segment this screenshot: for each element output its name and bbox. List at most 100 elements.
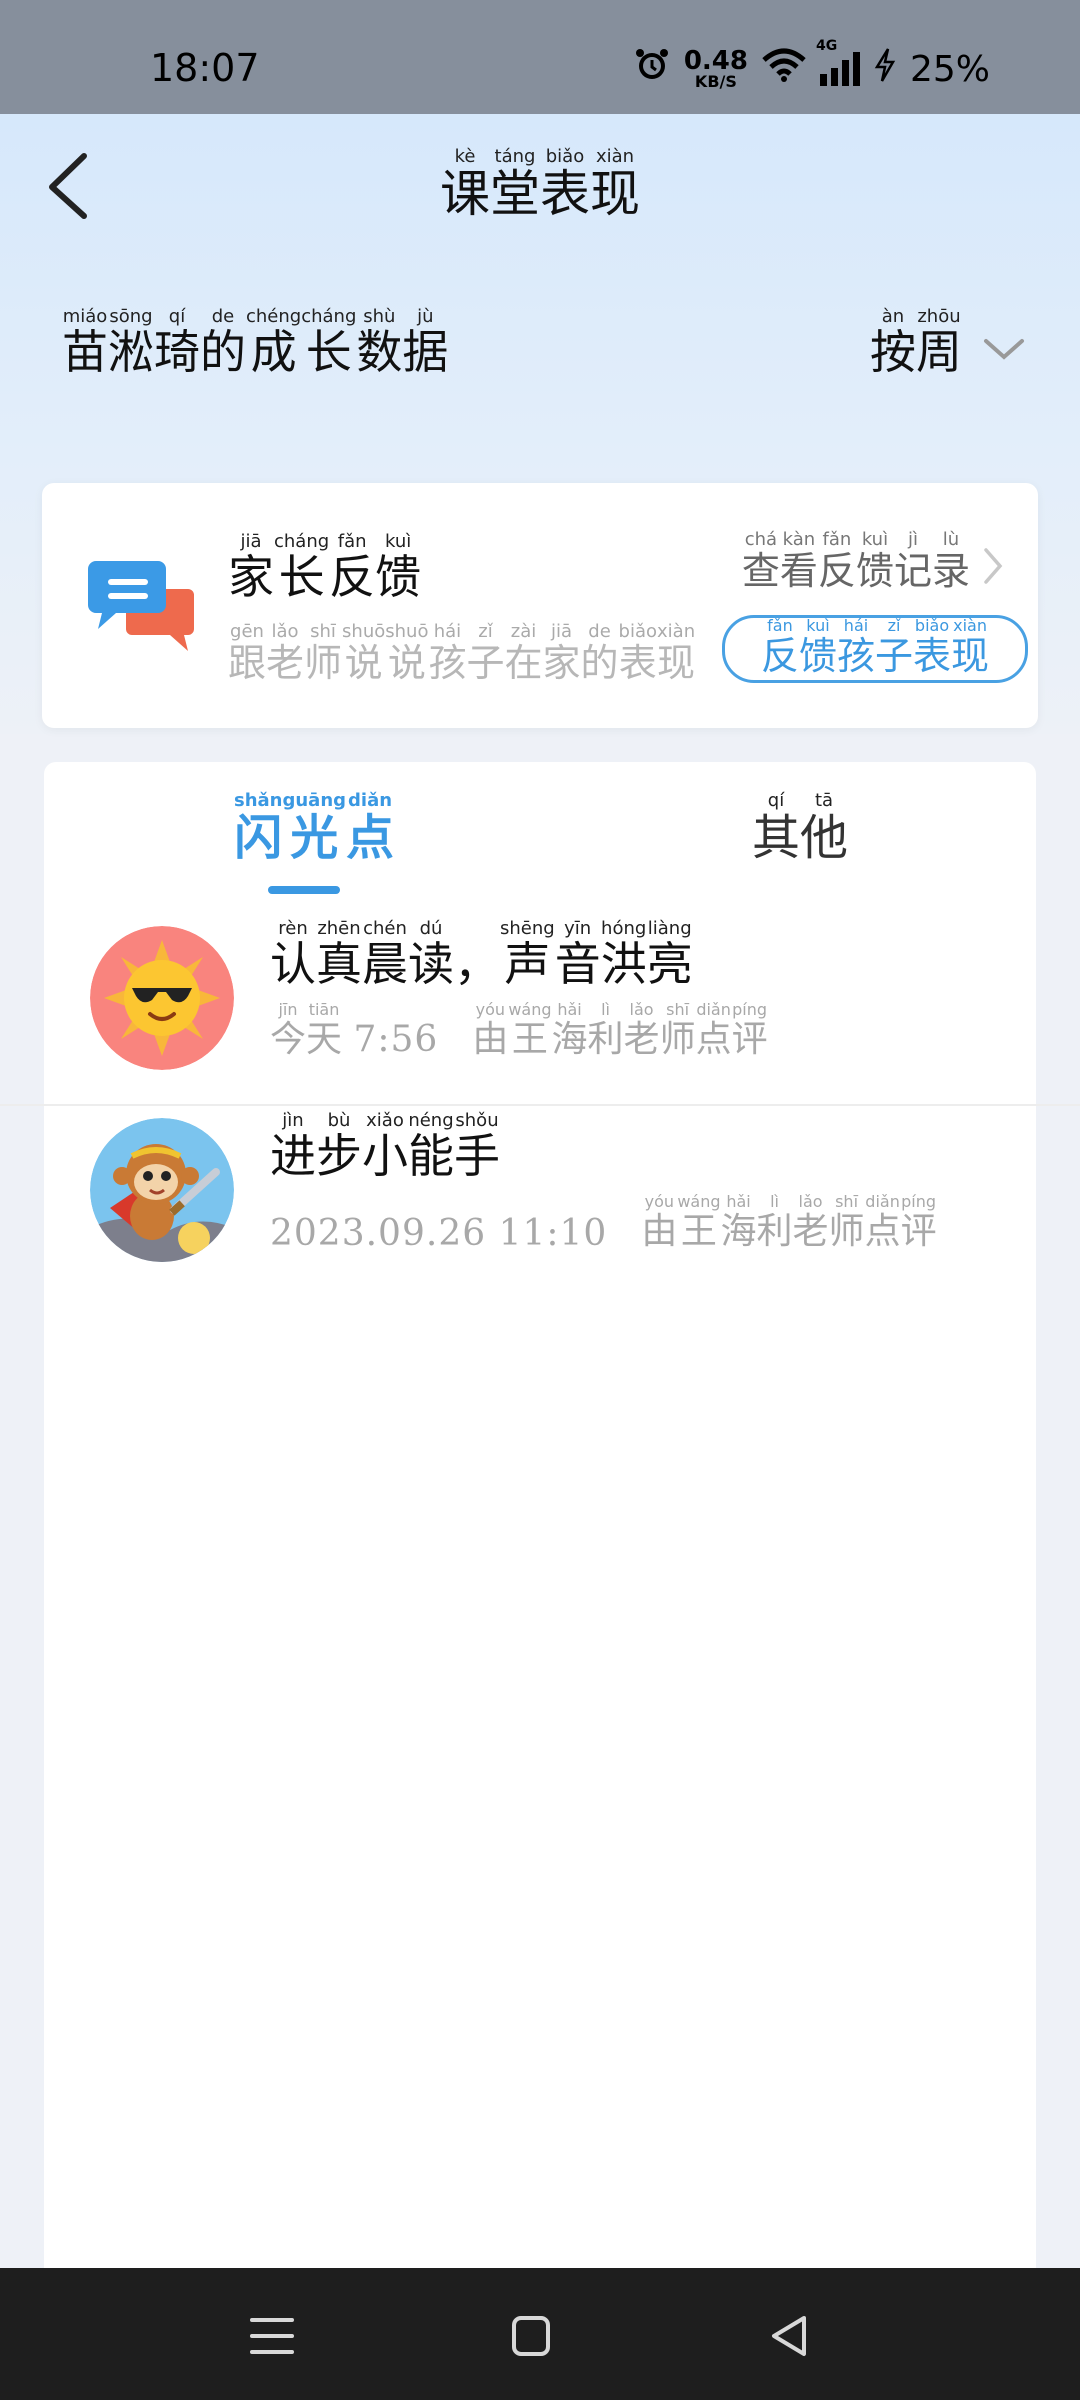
ruby-char: 馈kuì [375, 531, 422, 604]
ruby-char: 家jiā [542, 621, 581, 685]
home-icon[interactable] [502, 2308, 558, 2364]
status-icons: 0.48 KB/S 4G 25% [634, 38, 990, 94]
ruby-char: 在zài [504, 621, 543, 685]
period-dropdown[interactable]: 按àn周zhōu [870, 306, 1026, 382]
ruby-char: 长cháng [301, 306, 357, 379]
ruby-char: 周zhōu [916, 306, 962, 379]
ruby-char: 说shuō [385, 621, 429, 685]
page-title: 课kè堂táng表biǎo现xiàn [0, 146, 1080, 226]
ruby-char: 今jīn [270, 1000, 307, 1060]
ruby-char: 据jù [402, 306, 449, 379]
ruby-char: 洪hóng [600, 918, 647, 991]
parent-feedback-title: 家jiā长cháng反fǎn馈kuì [228, 531, 422, 607]
item-reviewer: 由yóu王wáng海hǎi利lì老lǎo师shī点diǎn评píng [641, 1192, 937, 1254]
ruby-char: 苗miáo [62, 306, 108, 379]
ruby-char: 由yóu [641, 1192, 678, 1252]
ruby-char: 步bù [316, 1110, 362, 1183]
item-title: 认rèn真zhēn晨chén读dú，声shēng音yīn洪hóng亮liàng [270, 918, 693, 994]
ruby-char: 其qí [752, 790, 801, 866]
ruby-char: 海hǎi [720, 1192, 757, 1252]
ruby-char: 现xiàn [590, 146, 640, 223]
list-item[interactable]: 进jìn步bù小xiǎo能néng手shǒu 2023.09.26 11:10 … [44, 1102, 1036, 1310]
ruby-char: 说shuō [342, 621, 386, 685]
ruby-char: 评píng [900, 1192, 937, 1252]
chevron-right-icon [982, 546, 1004, 595]
status-bar: 18:07 0.48 KB/S 4G 25% [0, 0, 1080, 114]
ruby-char: 子zǐ [466, 621, 505, 685]
ruby-char: 录lù [931, 529, 970, 593]
ruby-char: 跟gēn [228, 621, 267, 685]
ruby-char: 馈kuì [798, 616, 837, 678]
ruby-char: 孩hái [428, 621, 467, 685]
back-triangle-icon[interactable] [762, 2308, 818, 2364]
ruby-char: 闪shǎn [234, 790, 283, 866]
net-speed: 0.48 KB/S [683, 46, 748, 91]
ruby-char: 真zhēn [316, 918, 362, 991]
ruby-char: 家jiā [228, 531, 274, 604]
ruby-char: 能néng [408, 1110, 454, 1183]
ruby-char: 老lǎo [266, 621, 305, 685]
ruby-char: 淞sōng [108, 306, 154, 379]
ruby-char: 子zǐ [875, 616, 914, 678]
ruby-char: 老lǎo [623, 1000, 660, 1060]
ruby-char: 光guāng [282, 790, 347, 866]
ruby-char: 海hǎi [551, 1000, 588, 1060]
ruby-char: 记jì [893, 529, 932, 593]
wifi-icon [762, 48, 806, 91]
parent-feedback-subtitle: 跟gēn老lǎo师shī说shuō说shuō孩hái子zǐ在zài家jiā的de… [228, 621, 696, 687]
ruby-char: 晨chén [362, 918, 408, 991]
ruby-char: 天tiān [306, 1000, 343, 1060]
ruby-char: 声shēng [500, 918, 555, 991]
list-item[interactable]: 认rèn真zhēn晨chén读dú，声shēng音yīn洪hóng亮liàng … [0, 910, 1080, 1118]
item-time: 2023.09.26 11:10 [270, 1213, 608, 1254]
ruby-char: 认rèn [270, 918, 316, 991]
ruby-char: 长cháng [274, 531, 330, 604]
active-tab-indicator [268, 886, 340, 894]
ruby-char: 现xiàn [657, 621, 696, 685]
chevron-down-icon [982, 327, 1026, 382]
ruby-char: 点diǎn [346, 790, 395, 866]
ruby-char: 表biǎo [618, 621, 658, 685]
menu-icon[interactable] [244, 2308, 300, 2364]
ruby-char: 数shù [356, 306, 403, 379]
view-feedback-records-link[interactable]: 查chá看kàn反fǎn馈kuì记jì录lù [741, 529, 1004, 595]
ruby-char: 的de [200, 306, 246, 379]
ruby-char: 琦qí [154, 306, 200, 379]
ruby-char: 利lì [756, 1192, 793, 1252]
ruby-char: 反fǎn [329, 531, 376, 604]
ruby-char: 由yóu [472, 1000, 509, 1060]
ruby-char: 手shǒu [454, 1110, 500, 1183]
performance-panel: 闪shǎn光guāng点diǎn 其qí他tā 认rèn真zhēn晨chén读d… [0, 762, 1080, 2270]
ruby-char: 利lì [587, 1000, 624, 1060]
chat-bubbles-icon [88, 555, 196, 655]
ruby-char: 现xiàn [951, 616, 990, 678]
growth-data-title: 苗miáo淞sōng琦qí的de成chéng长cháng数shù据jù [62, 306, 449, 382]
parent-feedback-card: 家jiā长cháng反fǎn馈kuì 跟gēn老lǎo师shī说shuō说shu… [42, 483, 1038, 728]
ruby-char: 师shī [659, 1000, 696, 1060]
ruby-char: 音yīn [554, 918, 601, 991]
alarm-icon [634, 47, 670, 92]
ruby-char: 表biǎo [913, 616, 952, 678]
item-time: 今jīn天tiān 7:56 [270, 1000, 439, 1060]
feedback-child-performance-button[interactable]: 反fǎn馈kuì孩hái子zǐ表biǎo现xiàn [722, 615, 1028, 683]
ruby-char: 师shī [304, 621, 343, 685]
ruby-char: 反fǎn [760, 616, 799, 678]
ruby-char: 按àn [870, 306, 916, 379]
ruby-char: 课kè [440, 146, 490, 223]
period-label: 按àn周zhōu [870, 306, 962, 382]
item-meta: 2023.09.26 11:10 由yóu王wáng海hǎi利lì老lǎo师sh… [270, 1192, 937, 1254]
system-nav-bar [0, 2268, 1080, 2400]
ruby-char: 看kàn [779, 529, 818, 593]
ruby-char: 老lǎo [792, 1192, 829, 1252]
ruby-char: 孩hái [836, 616, 875, 678]
ruby-char: 评píng [731, 1000, 768, 1060]
ruby-char: 小xiǎo [362, 1110, 408, 1183]
tab-highlights[interactable]: 闪shǎn光guāng点diǎn [234, 790, 395, 868]
item-meta: 今jīn天tiān 7:56 由yóu王wáng海hǎi利lì老lǎo师shī点… [270, 1000, 768, 1062]
ruby-char: 查chá [741, 529, 780, 593]
ruby-char: 的de [580, 621, 619, 685]
ruby-char: 王wáng [508, 1000, 552, 1060]
tab-other[interactable]: 其qí他tā [752, 790, 849, 868]
ruby-char: 王wáng [677, 1192, 721, 1252]
ruby-char: 他tā [800, 790, 849, 866]
